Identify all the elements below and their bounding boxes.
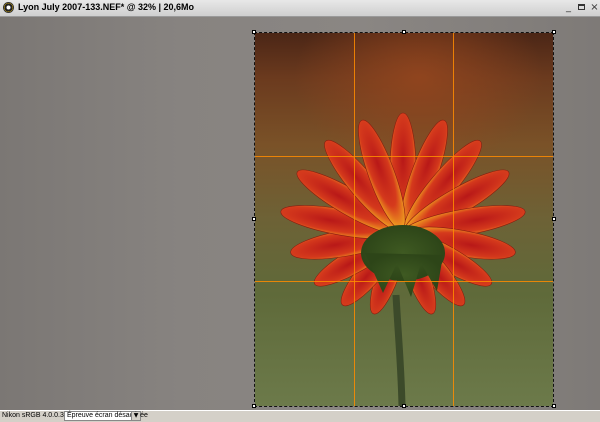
window-title: Lyon July 2007-133.NEF* @ 32% | 20,6Mo [18, 2, 195, 12]
crop-handle-bottom-left[interactable] [252, 404, 256, 408]
crop-handle-top-left[interactable] [252, 30, 256, 34]
minimize-icon[interactable]: _ [563, 2, 574, 13]
app-icon[interactable] [3, 2, 14, 13]
status-bar: Nikon sRGB 4.0.0.3001 Épreuve écran désa… [0, 410, 600, 422]
crop-handle-top-right[interactable] [552, 30, 556, 34]
crop-handle-right[interactable] [552, 217, 556, 221]
crop-handle-top[interactable] [402, 30, 406, 34]
image-canvas[interactable] [0, 17, 600, 410]
soft-proof-dropdown[interactable]: Épreuve écran désactivée ▼ [64, 411, 148, 421]
crop-selection-border[interactable] [254, 32, 554, 407]
title-bar[interactable]: Lyon July 2007-133.NEF* @ 32% | 20,6Mo _… [0, 0, 600, 17]
crop-handle-left[interactable] [252, 217, 256, 221]
close-icon[interactable]: × [589, 2, 600, 13]
image-window: Lyon July 2007-133.NEF* @ 32% | 20,6Mo _… [0, 0, 600, 422]
crop-handle-bottom[interactable] [402, 404, 406, 408]
chevron-down-icon[interactable]: ▼ [131, 412, 140, 420]
crop-handle-bottom-right[interactable] [552, 404, 556, 408]
maximize-icon[interactable] [576, 2, 587, 13]
